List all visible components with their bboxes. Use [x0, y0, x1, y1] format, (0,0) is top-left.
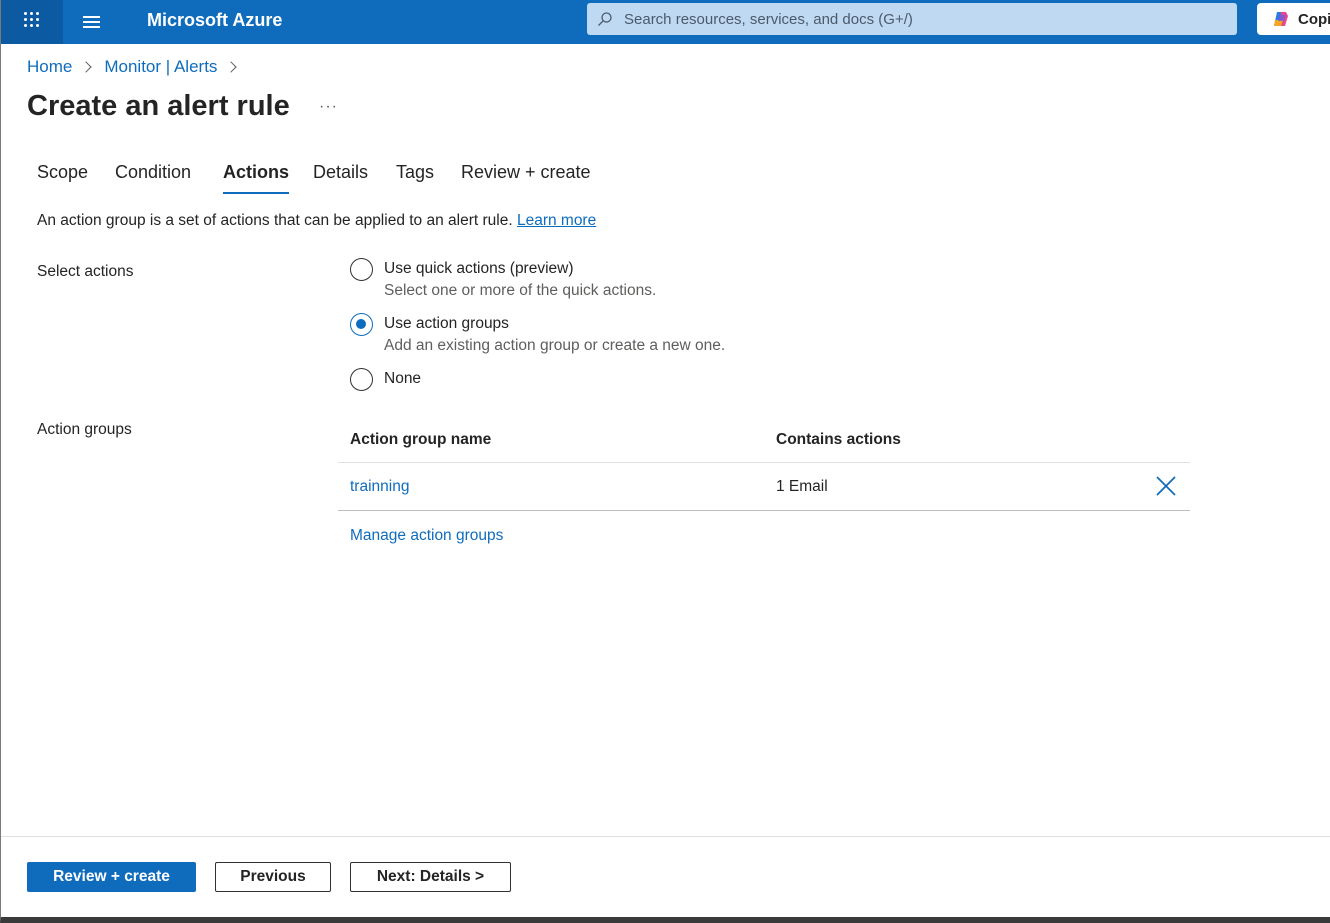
breadcrumb-monitor-alerts[interactable]: Monitor | Alerts — [104, 57, 217, 77]
manage-action-groups-link[interactable]: Manage action groups — [350, 527, 503, 545]
radio-action-groups-description: Add an existing action group or create a… — [384, 337, 726, 354]
copilot-label: Copi — [1298, 11, 1330, 28]
radio-none[interactable] — [350, 368, 373, 391]
radio-quick-actions-label[interactable]: Use quick actions (preview) — [384, 260, 574, 278]
footer-divider — [1, 836, 1330, 837]
action-group-actions: 1 Email — [776, 478, 828, 495]
radio-quick-actions[interactable] — [350, 258, 373, 281]
waffle-icon — [24, 12, 40, 28]
chevron-right-icon — [80, 61, 93, 73]
action-groups-label: Action groups — [37, 421, 132, 438]
column-header-action-group-name: Action group name — [350, 431, 492, 448]
radio-quick-actions-description: Select one or more of the quick actions. — [384, 282, 657, 299]
menu-button[interactable] — [81, 12, 103, 32]
more-options-button[interactable]: ··· — [319, 98, 338, 116]
actions-intro: An action group is a set of actions that… — [37, 212, 596, 230]
app-launcher-button[interactable] — [1, 0, 63, 44]
close-icon[interactable] — [1154, 474, 1178, 498]
column-header-contains-actions: Contains actions — [776, 431, 901, 448]
previous-button[interactable]: Previous — [215, 862, 331, 892]
tab-actions[interactable]: Actions — [223, 162, 290, 194]
top-bar: Microsoft Azure Search resources, servic… — [1, 0, 1330, 44]
copilot-button[interactable]: Copi — [1257, 3, 1330, 35]
chevron-right-icon — [225, 61, 238, 73]
portal-brand[interactable]: Microsoft Azure — [147, 10, 282, 31]
intro-text: An action group is a set of actions that… — [37, 212, 513, 229]
breadcrumb-home[interactable]: Home — [27, 57, 72, 77]
table-row-divider — [338, 510, 1190, 511]
breadcrumb: Home Monitor | Alerts — [27, 57, 249, 77]
next-details-button[interactable]: Next: Details > — [350, 862, 511, 892]
radio-action-groups-label[interactable]: Use action groups — [384, 315, 509, 333]
page-title: Create an alert rule — [27, 90, 290, 122]
tab-details[interactable]: Details — [313, 162, 368, 183]
search-placeholder: Search resources, services, and docs (G+… — [624, 11, 913, 28]
learn-more-link[interactable]: Learn more — [517, 212, 596, 229]
select-actions-label: Select actions — [37, 263, 134, 280]
tab-scope[interactable]: Scope — [37, 162, 88, 183]
tab-review-create[interactable]: Review + create — [461, 162, 591, 183]
copilot-icon — [1274, 12, 1288, 26]
tab-tags[interactable]: Tags — [396, 162, 434, 183]
global-search-input[interactable]: Search resources, services, and docs (G+… — [587, 3, 1237, 35]
action-group-name-link[interactable]: trainning — [350, 478, 409, 496]
portal-window: Microsoft Azure Search resources, servic… — [0, 0, 1330, 923]
table-header-divider — [338, 462, 1190, 463]
tab-condition[interactable]: Condition — [115, 162, 191, 183]
radio-none-label[interactable]: None — [384, 370, 421, 388]
radio-action-groups[interactable] — [350, 313, 373, 336]
review-create-button[interactable]: Review + create — [27, 862, 196, 892]
search-icon — [598, 12, 612, 26]
